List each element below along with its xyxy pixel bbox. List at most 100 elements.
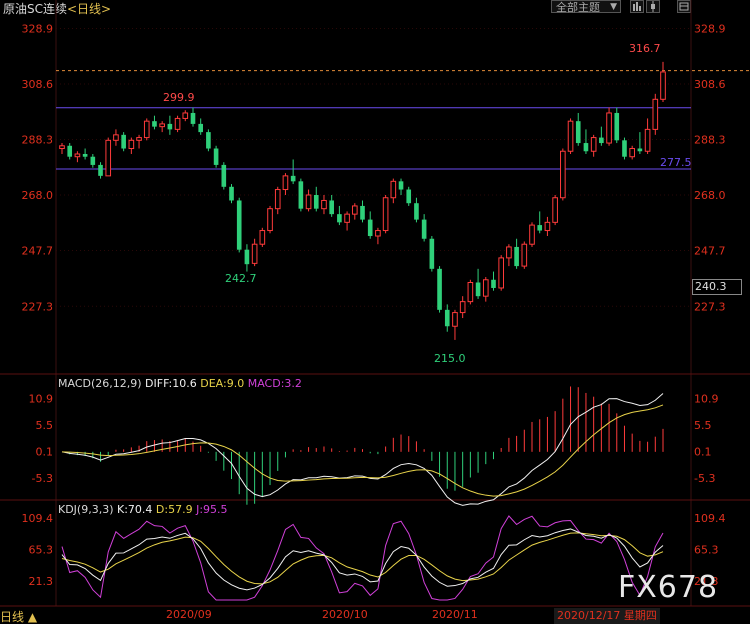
- candle-body-up: [74, 153, 81, 158]
- candle-body-down: [98, 164, 103, 176]
- mid-low-price-label: 242.7: [225, 272, 257, 285]
- candle-body-down: [475, 282, 481, 297]
- candle-body-down: [575, 121, 581, 144]
- macd-axis-left-label: 5.5: [36, 419, 54, 432]
- candle-body-down: [367, 219, 373, 237]
- macd-name: MACD(26,12,9): [58, 377, 142, 390]
- candle-body-up: [390, 180, 397, 199]
- candle-body-down: [198, 123, 204, 133]
- candle-body-up: [482, 279, 489, 297]
- price-axis-left-label: 328.9: [22, 22, 54, 35]
- candle-body-down: [337, 214, 342, 223]
- candle-body-down: [82, 153, 88, 157]
- low-price-label: 215.0: [434, 352, 466, 365]
- candle-body-down: [429, 238, 435, 269]
- candle-body-up: [552, 197, 558, 223]
- price-axis-left-label: 268.0: [22, 189, 54, 202]
- candle-body-down: [67, 145, 73, 157]
- current-price-value: 240.3: [695, 280, 727, 293]
- chart-window: 原油SC连续<日线> 全部主题 ▼ 328.9 328.9 308.6 308.6 28…: [0, 0, 750, 624]
- candle-body-up: [452, 312, 458, 327]
- candle-body-down: [152, 121, 157, 127]
- candle-body-down: [313, 195, 319, 209]
- candle-body-up: [113, 134, 119, 141]
- macd-diff: DIFF:10.6: [145, 377, 197, 390]
- watermark-logo: FX678: [618, 570, 719, 605]
- candle-body-up: [529, 224, 535, 245]
- macd-axis-right-label: -5.3: [694, 472, 715, 485]
- candle-body-down: [637, 148, 643, 152]
- kdj-axis-left-label: 65.3: [29, 544, 54, 557]
- kdj-axis-left-label: 21.3: [29, 575, 54, 588]
- candle-body-up: [521, 243, 528, 267]
- kdj-axis-right-label: 109.4: [694, 512, 726, 525]
- current-price-box: 240.3: [692, 279, 742, 295]
- candle-body-down: [421, 219, 427, 239]
- candle-body-up: [467, 282, 474, 303]
- candle-body-down: [213, 148, 219, 165]
- price-axis-left-label: 288.3: [22, 133, 54, 146]
- price-axis-right-label: 227.3: [694, 300, 726, 313]
- candle-body-down: [229, 186, 234, 201]
- macd-axis-right-label: 10.9: [694, 392, 719, 405]
- macd-header: MACD(26,12,9) DIFF:10.6 DEA:9.0 MACD:3.2: [58, 377, 302, 390]
- macd-dea: DEA:9.0: [200, 377, 245, 390]
- kdj-j: J:95.5: [196, 503, 228, 516]
- candle-body-up: [105, 139, 112, 177]
- macd-value: MACD:3.2: [247, 377, 302, 390]
- candle-body-up: [159, 123, 165, 128]
- candle-body-down: [599, 137, 604, 144]
- macd-axis-left-label: 0.1: [36, 445, 54, 458]
- candle-body-up: [567, 120, 574, 152]
- candle-body-down: [298, 181, 304, 209]
- candle-body-up: [282, 175, 289, 191]
- candle-body-up: [251, 243, 258, 264]
- candle-body-up: [660, 71, 666, 100]
- candle-body-down: [206, 132, 211, 149]
- candle-body-up: [274, 189, 281, 210]
- candle-body-up: [544, 221, 551, 232]
- candle-body-up: [629, 148, 635, 158]
- candle-body-up: [267, 208, 273, 232]
- candle-body-down: [360, 205, 365, 220]
- candle-body-down: [329, 200, 334, 215]
- candle-body-down: [491, 279, 496, 288]
- macd-axis-left-label: -5.3: [32, 472, 53, 485]
- candle-body-up: [174, 117, 181, 130]
- candle-body-down: [622, 140, 627, 157]
- candle-body-up: [506, 246, 512, 259]
- macd-axis-right-label: 5.5: [694, 419, 712, 432]
- candle-body-down: [290, 175, 296, 182]
- candle-body-down: [444, 309, 450, 327]
- support-line-label: 277.5: [660, 156, 692, 169]
- kdj-header: KDJ(9,3,3) K:70.4 D:57.9 J:95.5: [58, 503, 228, 516]
- macd-axis-left-label: 10.9: [29, 392, 54, 405]
- candle-body-down: [583, 143, 589, 152]
- candle-body-up: [259, 230, 266, 245]
- candle-body-down: [414, 203, 419, 220]
- period-toggle[interactable]: 日线 ▲: [0, 608, 37, 624]
- kdj-axis-right-label: 65.3: [694, 544, 719, 557]
- kdj-axis-left-label: 109.4: [22, 512, 54, 525]
- candle-body-up: [59, 145, 65, 150]
- candle-body-up: [375, 230, 381, 237]
- candle-body-up: [344, 213, 350, 223]
- price-axis-right-label: 288.3: [694, 133, 726, 146]
- price-axis-left-label: 308.6: [22, 78, 54, 91]
- price-axis-left-label: 247.7: [22, 245, 54, 258]
- x-label-sep: 2020/09: [166, 608, 212, 621]
- cursor-date-tag: 2020/12/17 星期四: [554, 608, 660, 624]
- price-axis-left-label: 227.3: [22, 300, 54, 313]
- left-high-price-label: 299.9: [163, 91, 195, 104]
- macd-axis-right-label: 0.1: [694, 445, 712, 458]
- kdj-d: D:57.9: [155, 503, 193, 516]
- candle-body-up: [321, 199, 327, 210]
- kdj-name: KDJ(9,3,3): [58, 503, 114, 516]
- candle-body-down: [614, 112, 620, 141]
- candle-body-down: [398, 181, 404, 190]
- candle-body-up: [606, 112, 612, 144]
- candle-body-up: [590, 137, 597, 152]
- candle-body-down: [190, 112, 196, 124]
- candle-body-up: [136, 137, 142, 141]
- chart-canvas[interactable]: 328.9 328.9 308.6 308.6 288.3 288.3 268.0 268.0…: [0, 0, 750, 624]
